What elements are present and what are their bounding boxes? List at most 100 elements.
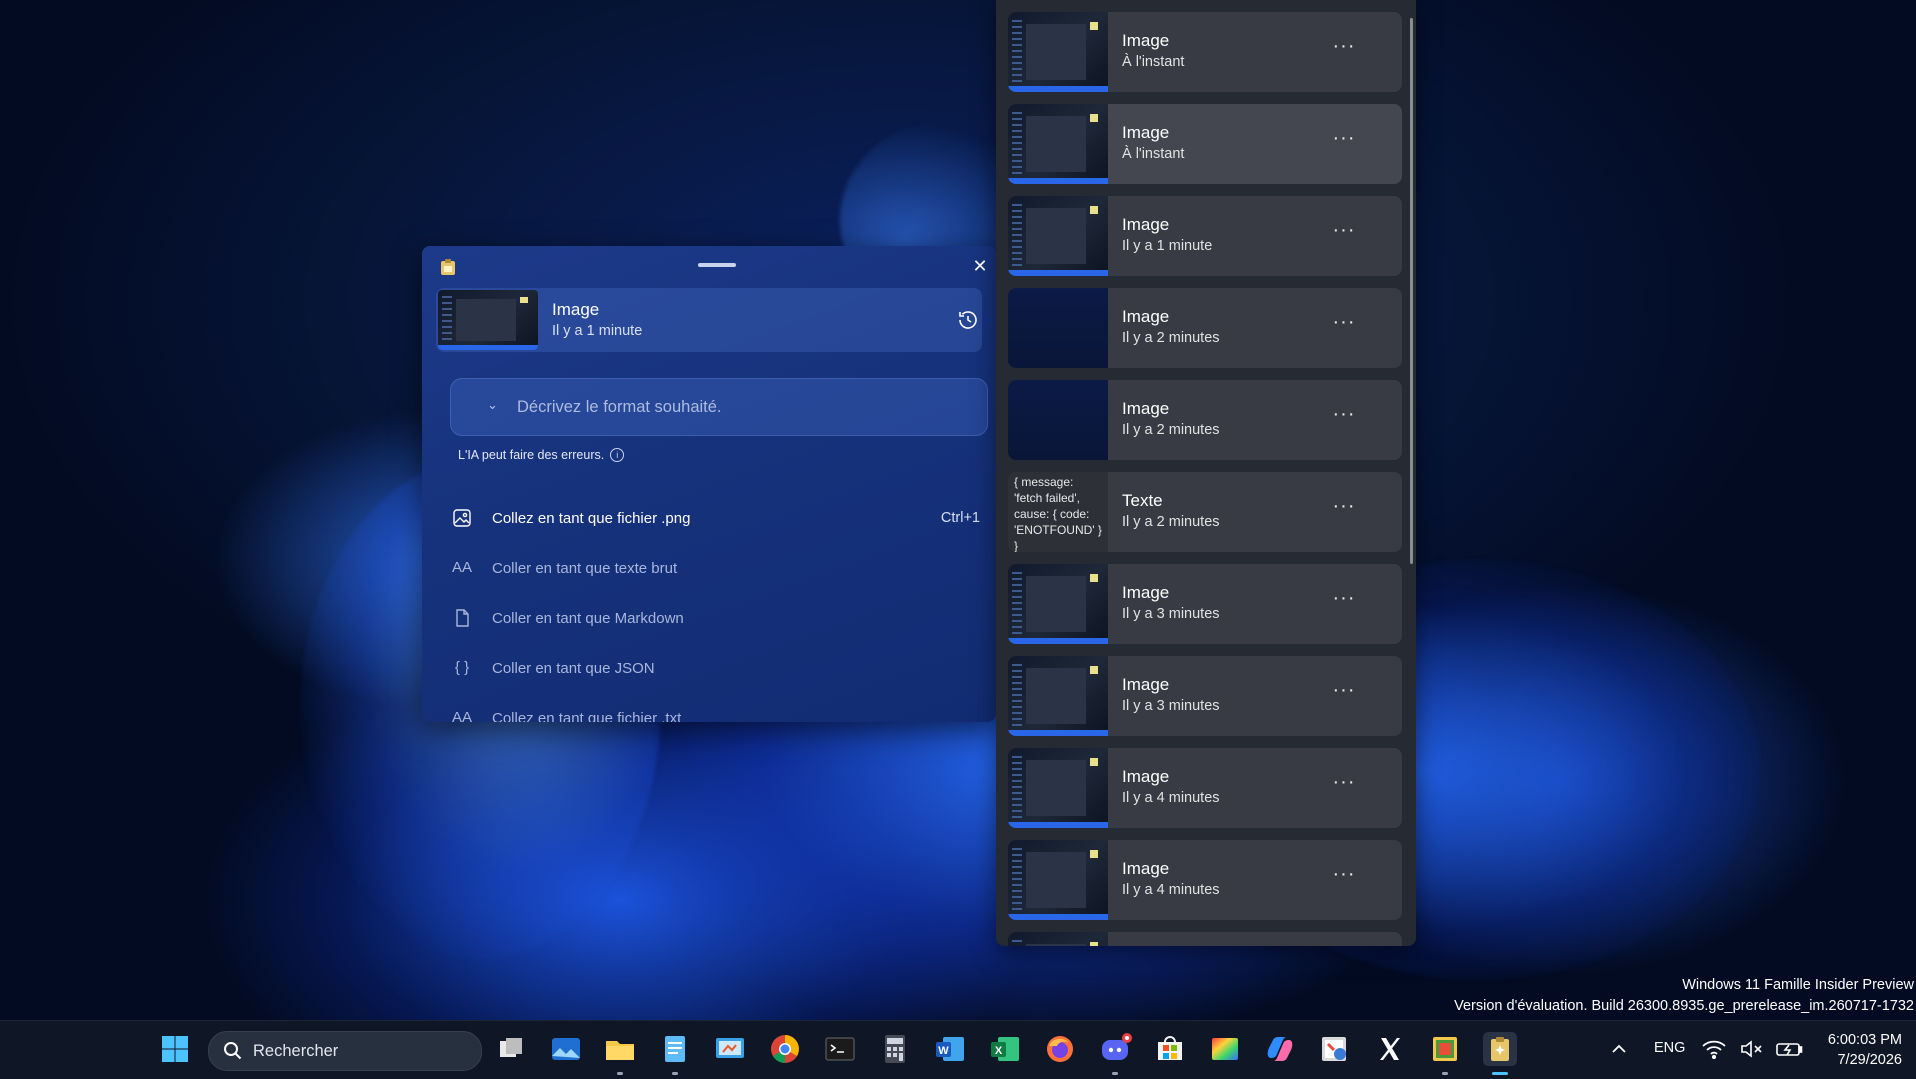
watermark-line-2: Version d'évaluation. Build 26300.8935.g… [1454, 998, 1914, 1014]
history-item[interactable]: Image Il y a 1 minute ··· [1008, 196, 1402, 276]
firefox-icon[interactable] [1043, 1032, 1077, 1066]
notepad-icon[interactable] [658, 1032, 692, 1066]
calculator-icon[interactable] [878, 1032, 912, 1066]
more-options-icon[interactable]: ··· [1330, 680, 1358, 704]
braces-icon: { } [454, 659, 470, 676]
more-options-icon[interactable]: ··· [1330, 864, 1358, 888]
history-item[interactable]: Image À l'instant ··· [1008, 12, 1402, 92]
history-item-timestamp: Il y a 1 minute [1122, 238, 1213, 254]
history-item-title: Image [1122, 767, 1170, 786]
windows-start-icon[interactable] [158, 1032, 192, 1066]
svg-text:X: X [995, 1045, 1003, 1057]
file-explorer-icon[interactable] [603, 1032, 637, 1066]
clip-thumbnail [438, 290, 538, 350]
excel-icon[interactable]: X [988, 1032, 1022, 1066]
drag-handle[interactable] [698, 263, 736, 267]
text-file-icon: AA [452, 709, 473, 722]
more-options-icon[interactable]: ··· [1330, 772, 1358, 796]
task-view-icon[interactable] [494, 1032, 528, 1066]
history-thumbnail [1008, 196, 1108, 276]
x-app-icon[interactable] [1373, 1032, 1407, 1066]
info-icon[interactable]: i [610, 448, 625, 462]
history-item[interactable]: Image Il y a 2 minutes ··· [1008, 288, 1402, 368]
search-icon [224, 1042, 242, 1060]
history-item-timestamp: Il y a 4 minutes [1122, 790, 1220, 806]
history-item[interactable]: Image Il y a 4 minutes ··· [1008, 840, 1402, 920]
more-options-icon[interactable]: ··· [1330, 36, 1358, 60]
watermark-line-1: Windows 11 Famille Insider Preview [1682, 977, 1914, 993]
history-item[interactable]: Image À l'instant ··· [1008, 104, 1402, 184]
advanced-paste-window: ✕ Image Il y a 1 minute ⌄ L'IA peut fair… [422, 246, 996, 722]
clip-title: Image [552, 300, 600, 319]
advanced-paste-icon[interactable] [1483, 1032, 1517, 1066]
current-clipboard-item[interactable]: Image Il y a 1 minute [436, 288, 982, 352]
history-item-timestamp: Il y a 2 minutes [1122, 330, 1220, 346]
paste-option-markdown[interactable]: Coller en tant que Markdown [442, 594, 990, 644]
microsoft-store-icon[interactable] [1153, 1032, 1187, 1066]
wifi-icon[interactable] [1700, 1032, 1728, 1066]
history-item-partial[interactable] [1008, 932, 1402, 946]
chevron-up-icon[interactable] [1606, 1032, 1632, 1066]
paint-icon[interactable] [1318, 1032, 1352, 1066]
more-options-icon[interactable]: ··· [1330, 128, 1358, 152]
paste-option-txt[interactable]: AA Collez en tant que fichier .txt [442, 694, 990, 722]
history-thumbnail [1008, 656, 1108, 736]
text-preview: { message: 'fetch failed', cause: { code… [1008, 472, 1108, 552]
history-item-title: Image [1122, 399, 1170, 418]
history-item[interactable]: Image Il y a 3 minutes ··· [1008, 656, 1402, 736]
paste-option-label: Coller en tant que texte brut [492, 560, 678, 577]
battery-charging-icon[interactable] [1774, 1032, 1804, 1066]
terminal-icon[interactable] [823, 1032, 857, 1066]
history-item-timestamp: Il y a 2 minutes [1122, 422, 1220, 438]
color-app-icon[interactable] [1208, 1032, 1242, 1066]
history-thumbnail [1008, 380, 1108, 460]
clock-time: 6:00:03 PM [1827, 1032, 1902, 1048]
control-panel-icon[interactable] [713, 1032, 747, 1066]
paste-option-json[interactable]: { } Coller en tant que JSON [442, 644, 990, 694]
image-icon [453, 509, 471, 527]
paste-option-png[interactable]: Collez en tant que fichier .png Ctrl+1 [442, 494, 990, 544]
history-item[interactable]: Image Il y a 3 minutes ··· [1008, 564, 1402, 644]
scrollbar[interactable] [1410, 18, 1413, 564]
running-indicator [672, 1072, 678, 1075]
history-item-timestamp: À l'instant [1122, 54, 1185, 70]
copilot-icon[interactable] [1263, 1032, 1297, 1066]
app-installer-icon[interactable] [1428, 1032, 1462, 1066]
chrome-icon[interactable] [768, 1032, 802, 1066]
history-item-title: Image [1122, 31, 1170, 50]
chevron-down-icon[interactable]: ⌄ [487, 397, 498, 413]
svg-text:W: W [938, 1045, 949, 1057]
language-indicator[interactable]: ENG [1654, 1040, 1685, 1056]
history-item-title: Image [1122, 859, 1170, 878]
search-label: Rechercher [253, 1042, 339, 1060]
history-item-title: Image [1122, 215, 1170, 234]
more-options-icon[interactable]: ··· [1330, 404, 1358, 428]
word-icon[interactable]: W [933, 1032, 967, 1066]
history-item[interactable]: { message: 'fetch failed', cause: { code… [1008, 472, 1402, 552]
more-options-icon[interactable]: ··· [1330, 312, 1358, 336]
history-item[interactable]: Image Il y a 4 minutes ··· [1008, 748, 1402, 828]
history-item[interactable]: Image Il y a 2 minutes ··· [1008, 380, 1402, 460]
ai-disclaimer-text: L'IA peut faire des erreurs. [458, 448, 605, 462]
clipboard-history-panel: Image À l'instant ··· Image À l'instant ··· Im… [996, 0, 1416, 946]
more-options-icon[interactable]: ··· [1330, 588, 1358, 612]
running-indicator [1492, 1072, 1508, 1075]
clipboard-history-icon[interactable] [956, 308, 980, 332]
format-description-field[interactable]: ⌄ [450, 378, 988, 436]
format-description-input[interactable] [515, 391, 959, 423]
volume-muted-icon[interactable] [1738, 1032, 1766, 1066]
document-icon [456, 609, 469, 627]
history-thumbnail [1008, 840, 1108, 920]
clipboard-app-icon [441, 259, 455, 275]
close-button[interactable]: ✕ [970, 256, 990, 276]
history-thumbnail [1008, 104, 1108, 184]
system-clock[interactable]: 6:00:03 PM 7/29/2026 [1812, 1030, 1902, 1070]
discord-icon[interactable] [1098, 1032, 1132, 1066]
more-options-icon[interactable]: ··· [1330, 496, 1358, 520]
paste-option-plain-text[interactable]: AA Coller en tant que texte brut [442, 544, 990, 594]
more-options-icon[interactable]: ··· [1330, 220, 1358, 244]
taskbar-search[interactable]: Rechercher [208, 1031, 482, 1071]
clock-date: 7/29/2026 [1837, 1052, 1902, 1068]
photos-icon[interactable] [549, 1032, 583, 1066]
history-thumbnail [1008, 564, 1108, 644]
